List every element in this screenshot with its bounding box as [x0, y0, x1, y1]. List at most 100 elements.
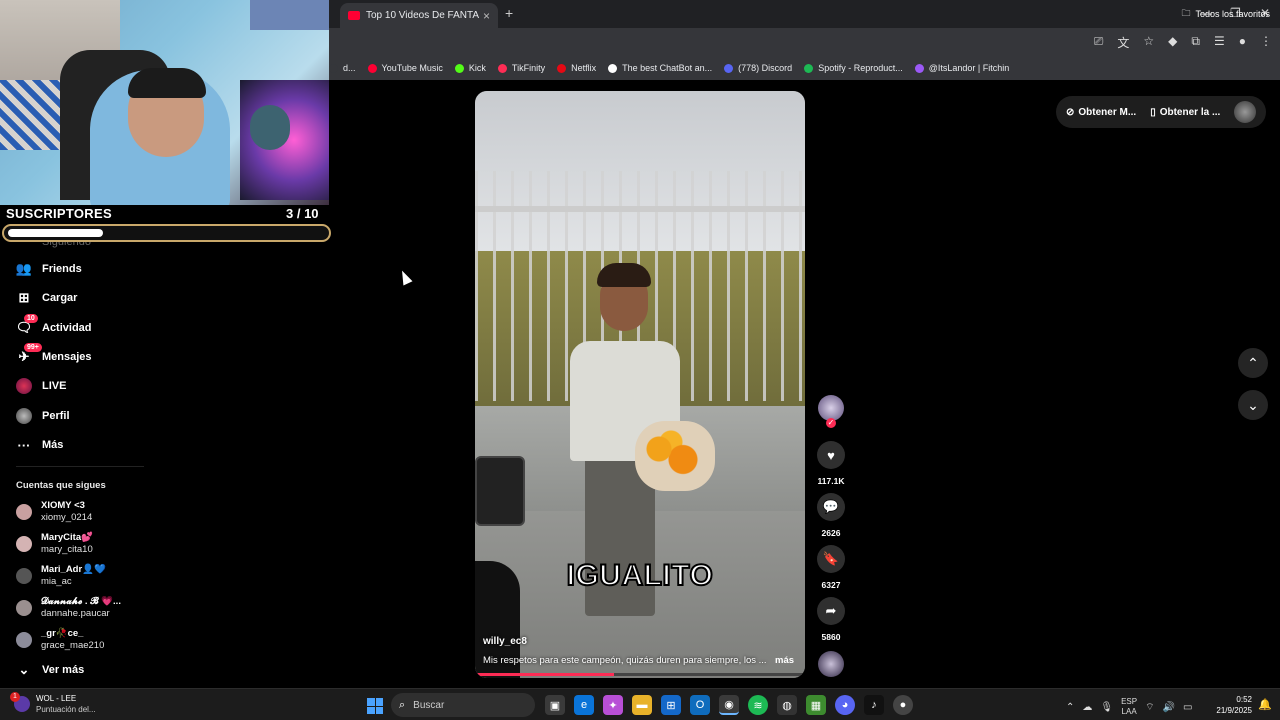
get-app-button-2[interactable]: ▯ Obtener la ...	[1150, 107, 1220, 118]
subscriber-goal-label: SUSCRIPTORES	[6, 206, 112, 221]
edge-icon[interactable]: e	[574, 695, 594, 715]
sidebar-item-label: Perfil	[42, 410, 70, 422]
following-account[interactable]: 𝓓𝓪𝓷𝓷𝓪𝓱𝓮 . 𝓑 💗... dannahe.paucar	[16, 596, 121, 620]
battery-icon[interactable]: ▭	[1183, 702, 1192, 713]
friends-icon: 👥	[15, 261, 33, 276]
bookmark-item[interactable]: TikFinity	[497, 63, 545, 73]
sidebar-item-cargar[interactable]: ⊞ Cargar	[16, 290, 78, 306]
share-button[interactable]: ➦	[817, 597, 845, 625]
wifi-icon[interactable]: ⌔	[1145, 701, 1154, 714]
following-account[interactable]: MaryCita💕 mary_cita10	[16, 532, 93, 556]
bookmark-item[interactable]: Kick	[454, 63, 486, 73]
widget-icon: 1	[10, 692, 30, 712]
video-overlay-caption: IGUALITO	[566, 558, 714, 593]
video-player[interactable]: IGUALITO willy_ec8 Mis respetos para est…	[475, 91, 805, 678]
new-tab-button[interactable]: +	[505, 5, 513, 21]
bookmark-favicon-icon	[608, 63, 618, 73]
following-account[interactable]: _gr🥀ce_ grace_mae210	[16, 628, 104, 652]
outlook-icon[interactable]: O	[690, 695, 710, 715]
avatar	[16, 632, 32, 648]
task-view-icon[interactable]: ▣	[545, 695, 565, 715]
screen: — ❐ ✕ Top 10 Videos De FANTASMAS × + ⎚ 文…	[0, 0, 1280, 720]
clock-time: 0:52	[1236, 695, 1252, 704]
translate-icon[interactable]: 文	[1117, 34, 1129, 51]
taskbar-search[interactable]: ⌕ Buscar	[391, 693, 535, 717]
previous-video-button[interactable]: ⌃	[1238, 348, 1268, 378]
cast-icon[interactable]: ⎚	[1094, 34, 1104, 51]
avatar	[16, 568, 32, 584]
address-bar: ⎚ 文 ☆ ◆ ⧉ ☰ ● ⋮	[329, 28, 1280, 56]
all-favorites[interactable]: 🗀 Todos los favoritos	[1181, 6, 1270, 22]
bookmark-item[interactable]: Netflix	[557, 63, 596, 73]
bookmark-label: YouTube Music	[381, 63, 443, 73]
bookmark-favicon-icon	[804, 63, 814, 73]
get-app-label-2: Obtener la ...	[1159, 106, 1221, 118]
video-author[interactable]: willy_ec8	[483, 636, 527, 647]
spotify-icon[interactable]: ≋	[748, 695, 768, 715]
file-explorer-icon[interactable]: ▬	[632, 695, 652, 715]
see-more-button[interactable]: ⌄ Ver más	[16, 662, 85, 678]
like-button[interactable]: ♥	[817, 441, 845, 469]
notification-icon[interactable]: 🔔	[1258, 698, 1272, 711]
start-icon[interactable]	[367, 698, 383, 714]
account-handle: mia_ac	[41, 576, 72, 587]
bookmark-item[interactable]: The best ChatBot an...	[608, 63, 712, 73]
chevron-up-icon[interactable]: ⌃	[1066, 702, 1074, 713]
phone-icon: ▯	[1150, 106, 1156, 118]
save-button[interactable]: 🔖	[817, 545, 845, 573]
sidebar-item-actividad[interactable]: 🗨 10 Actividad	[16, 314, 92, 336]
account-name: XIOMY <3	[41, 500, 85, 511]
extensions-icon[interactable]: ⧉	[1191, 34, 1200, 51]
sidebar-item-ms[interactable]: ··· Más	[16, 437, 64, 453]
bookmark-item[interactable]: d...	[329, 63, 356, 73]
bookmarks-bar: d... YouTube Music Kick TikFinity Netflix The…	[329, 56, 1280, 80]
next-video-button[interactable]: ⌄	[1238, 390, 1268, 420]
bookmark-label: (778) Discord	[738, 63, 793, 73]
volume-icon[interactable]: 🔊	[1163, 702, 1175, 713]
account-name: 𝓓𝓪𝓷𝓷𝓪𝓱𝓮 . 𝓑 💗...	[41, 596, 121, 607]
tab-close-icon[interactable]: ×	[483, 9, 490, 23]
extension-diamond-icon[interactable]: ◆	[1168, 34, 1177, 51]
bookmark-item[interactable]: YouTube Music	[367, 63, 443, 73]
follow-check-icon[interactable]: ✓	[826, 418, 836, 428]
video-progress-bar[interactable]	[475, 673, 805, 676]
bookmark-label: Kick	[468, 63, 486, 73]
bookmark-item[interactable]: Spotify - Reproduct...	[804, 63, 903, 73]
sidebar-item-live[interactable]: LIVE	[16, 378, 66, 394]
sidebar-item-label: Mensajes	[42, 351, 92, 363]
sidebar-item-mensajes[interactable]: ✈ 99+ Mensajes	[16, 343, 92, 365]
cloud-icon[interactable]: ☁	[1082, 702, 1092, 713]
get-app-button-1[interactable]: ⊘ Obtener M...	[1066, 107, 1136, 118]
profile-icon[interactable]: ●	[1239, 34, 1246, 51]
minecraft-icon[interactable]: ▦	[806, 695, 826, 715]
video-more-button[interactable]: más	[775, 655, 794, 666]
sidebar-item-perfil[interactable]: Perfil	[16, 408, 70, 424]
favorites-label: Todos los favoritos	[1195, 9, 1270, 19]
following-account[interactable]: XIOMY <3 xiomy_0214	[16, 500, 92, 524]
sidebar-item-friends[interactable]: 👥 Friends	[16, 261, 82, 277]
language-indicator[interactable]: ESP LAA	[1121, 697, 1137, 717]
chrome-icon[interactable]: ◉	[719, 695, 739, 715]
reading-list-icon[interactable]: ☰	[1214, 34, 1225, 51]
bookmark-favicon-icon	[497, 63, 507, 73]
music-disc-icon[interactable]	[818, 651, 844, 677]
comment-button[interactable]: 💬	[817, 493, 845, 521]
discord-icon[interactable]: ◕	[835, 695, 855, 715]
clock[interactable]: 0:52 21/9/2025	[1212, 694, 1252, 716]
bookmark-star-icon[interactable]: ☆	[1143, 34, 1154, 51]
microphone-icon[interactable]: 🎙	[1100, 702, 1113, 713]
widget-button[interactable]: 1 WOL - LEE Puntuación del...	[10, 692, 96, 715]
following-account[interactable]: Mari_Adr👤💙 mia_ac	[16, 564, 106, 588]
notification-badge: 99+	[24, 343, 42, 352]
tiktok-icon[interactable]: ♪	[864, 695, 884, 715]
bookmark-item[interactable]: @ItsLandor | Fitchin	[914, 63, 1009, 73]
copilot-icon[interactable]: ✦	[603, 695, 623, 715]
bookmark-item[interactable]: (778) Discord	[724, 63, 792, 73]
obs-icon[interactable]: ◍	[777, 695, 797, 715]
user-avatar[interactable]	[1234, 101, 1256, 123]
live-avatar	[16, 378, 32, 394]
browser-tab-active[interactable]: Top 10 Videos De FANTASMAS ×	[340, 3, 498, 28]
menu-icon[interactable]: ⋮	[1260, 34, 1272, 51]
store-icon[interactable]: ⊞	[661, 695, 681, 715]
app-icon[interactable]: ●	[893, 695, 913, 715]
